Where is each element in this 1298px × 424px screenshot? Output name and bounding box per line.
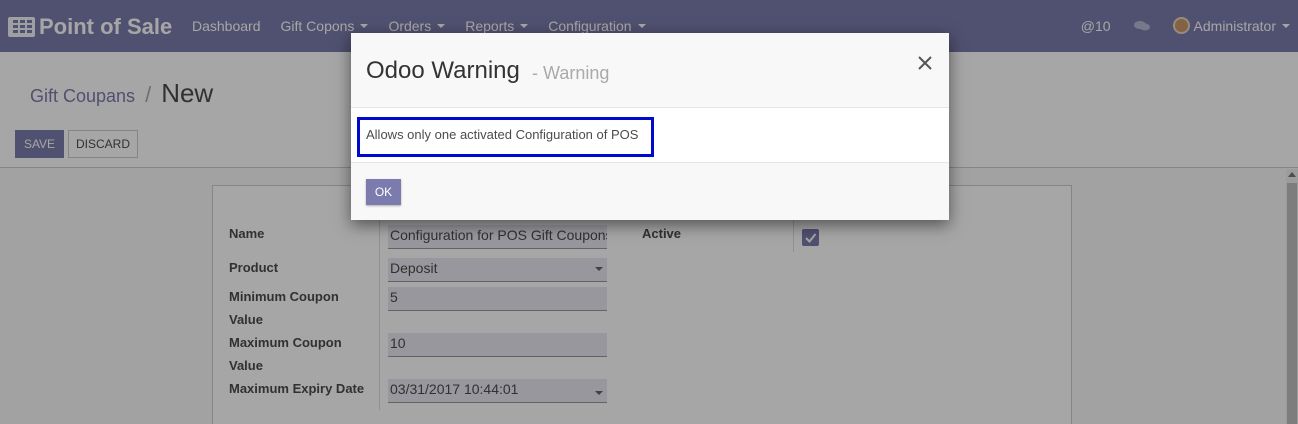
dialog-body: Allows only one activated Configuration … [351,108,949,162]
dialog-message: Allows only one activated Configuration … [366,127,639,142]
ok-button[interactable]: OK [366,179,401,205]
dialog-header: Odoo Warning - Warning [351,33,949,108]
dialog-footer: OK [351,162,949,220]
warning-dialog: Odoo Warning - Warning Allows only one a… [351,33,949,220]
close-icon[interactable] [914,52,936,74]
dialog-title: Odoo Warning [366,57,520,84]
dialog-subtitle: - Warning [532,63,610,83]
